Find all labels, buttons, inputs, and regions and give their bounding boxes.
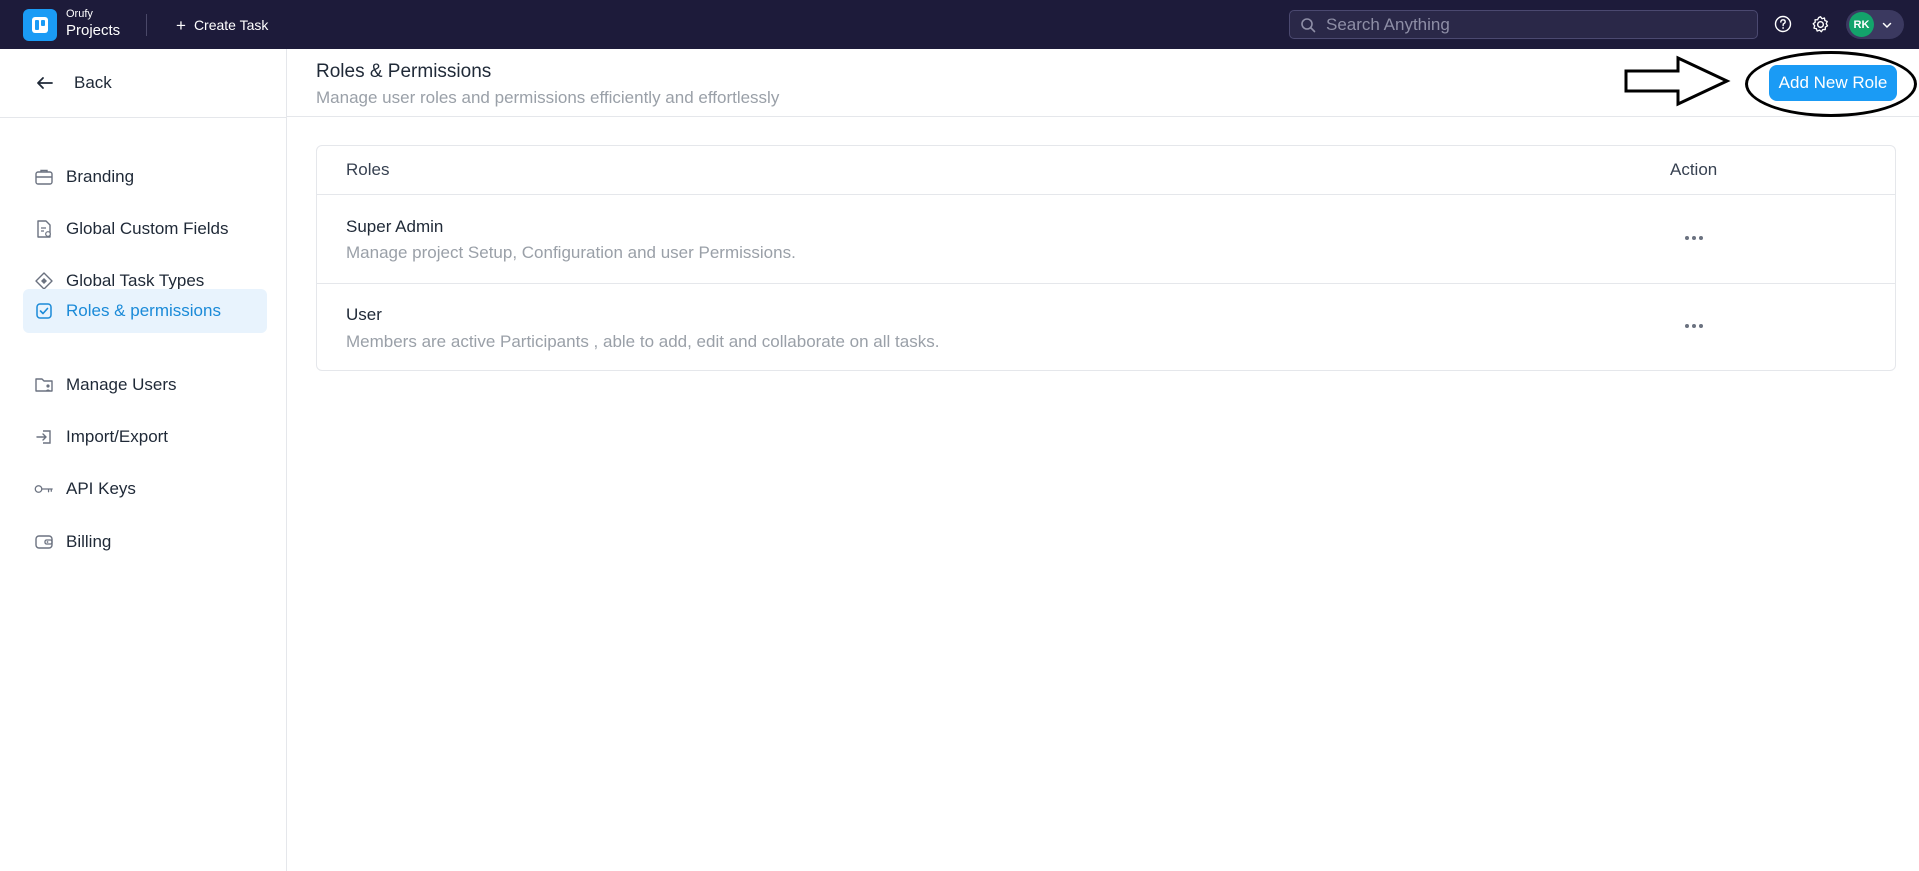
role-description: Manage project Setup, Configuration and … [346, 243, 796, 262]
sidebar-item-api-keys[interactable]: API Keys [23, 467, 267, 511]
sidebar-item-global-custom-fields[interactable]: Global Custom Fields [23, 207, 267, 251]
sidebar-item-branding[interactable]: Branding [23, 155, 267, 199]
sidebar-item-label: Branding [66, 167, 135, 186]
sidebar-item-label: Import/Export [66, 427, 169, 446]
more-horizontal-icon [1685, 324, 1703, 328]
app-brand: Orufy Projects [66, 8, 121, 39]
sidebar-item-label: Billing [66, 532, 112, 551]
sidebar-item-label: API Keys [66, 479, 136, 498]
document-settings-icon [34, 219, 54, 239]
key-icon [34, 479, 54, 499]
user-menu[interactable]: RK [1846, 10, 1904, 39]
page-subtitle: Manage user roles and permissions effici… [316, 88, 780, 107]
top-bar: Orufy Projects + Create Task RK [0, 0, 1919, 49]
arrow-left-icon [36, 75, 54, 91]
sidebar-item-manage-users[interactable]: Manage Users [23, 363, 267, 407]
search-input[interactable] [1326, 14, 1746, 35]
wallet-icon [34, 532, 54, 552]
search-bar[interactable] [1289, 10, 1758, 39]
brand-company: Orufy [66, 8, 93, 20]
help-icon [1774, 15, 1792, 33]
help-button[interactable] [1773, 14, 1793, 34]
sidebar-item-roles-permissions[interactable]: Roles & permissions [23, 289, 267, 333]
sidebar-divider [0, 117, 287, 118]
column-header-roles: Roles [346, 160, 390, 179]
sidebar-item-billing[interactable]: Billing [23, 520, 267, 564]
board-icon [32, 17, 48, 33]
sidebar-item-import-export[interactable]: Import/Export [23, 415, 267, 459]
page-title: Roles & Permissions [316, 61, 492, 82]
header-divider [287, 116, 1919, 117]
diamond-icon [34, 271, 54, 291]
create-task-button[interactable]: + Create Task [176, 14, 268, 36]
sidebar-item-label: Global Custom Fields [66, 219, 229, 238]
gear-icon [1812, 15, 1828, 32]
sidebar-item-label: Manage Users [66, 375, 177, 394]
add-new-role-button[interactable]: Add New Role [1769, 65, 1897, 101]
import-icon [34, 427, 54, 447]
avatar: RK [1849, 12, 1874, 37]
role-actions-button[interactable] [1679, 316, 1709, 336]
role-name: Super Admin [346, 217, 444, 236]
role-actions-button[interactable] [1679, 228, 1709, 248]
back-label: Back [74, 73, 112, 92]
app-logo[interactable] [23, 9, 57, 41]
role-name: User [346, 305, 382, 324]
column-header-action: Action [1670, 160, 1718, 179]
back-button[interactable]: Back [36, 71, 112, 95]
sidebar-item-label: Global Task Types [66, 271, 205, 290]
create-task-label: Create Task [193, 17, 269, 33]
briefcase-icon [34, 167, 54, 187]
folder-user-icon [34, 375, 54, 395]
settings-button[interactable] [1810, 14, 1830, 34]
plus-icon: + [176, 15, 186, 35]
checkbox-icon [34, 301, 54, 321]
sidebar-item-label: Roles & permissions [66, 301, 221, 320]
annotation-arrow-icon [1624, 55, 1731, 107]
roles-table: Roles Action Super Admin Manage project … [316, 145, 1896, 371]
row-divider [317, 283, 1895, 284]
settings-sidebar: Back Branding Global Custom Fields Globa… [0, 49, 287, 871]
role-description: Members are active Participants , able t… [346, 332, 940, 351]
more-horizontal-icon [1685, 236, 1703, 240]
brand-product: Projects [66, 22, 121, 39]
chevron-down-icon [1882, 22, 1892, 28]
topbar-divider [146, 14, 147, 36]
row-divider [317, 194, 1895, 195]
search-icon [1301, 17, 1316, 32]
